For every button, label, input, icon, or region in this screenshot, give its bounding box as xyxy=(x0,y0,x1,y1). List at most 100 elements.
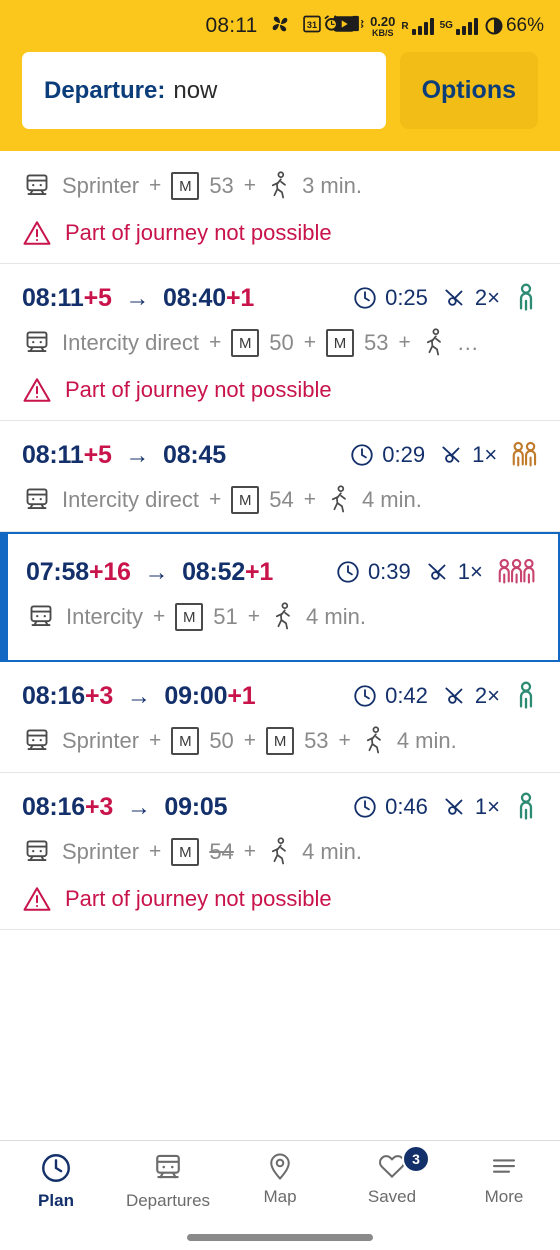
arrival-delay: +1 xyxy=(227,681,256,710)
leg-separator: + xyxy=(208,488,222,511)
duration-value: 0:46 xyxy=(385,794,428,819)
duration-group: 0:29 xyxy=(349,442,425,468)
metro-badge: M xyxy=(175,603,204,631)
journey-row[interactable]: Sprinter + M 53 + 3 min. Part of journey not… xyxy=(0,151,560,264)
leg-label: Sprinter xyxy=(62,728,140,753)
home-indicator xyxy=(187,1234,373,1241)
leg-label: 53 xyxy=(363,330,389,355)
battery-indicator: 66% xyxy=(484,15,544,37)
data-rate-indicator: 0.20 KB/S xyxy=(370,15,395,38)
crowding-icon xyxy=(519,283,533,311)
nav-label: More xyxy=(484,1187,524,1206)
journey-warning: Part of journey not possible xyxy=(22,376,538,404)
departure-delay: +5 xyxy=(83,440,112,469)
nav-item-saved[interactable]: Saved 3 xyxy=(336,1145,448,1207)
departure-time: 07:58 xyxy=(26,557,89,586)
nav-item-more[interactable]: More xyxy=(448,1151,560,1207)
leg-label: 4 min. xyxy=(396,728,457,753)
leg-label: 53 xyxy=(209,173,234,198)
departure-time: 08:16 xyxy=(22,792,85,821)
journey-legs: Sprinter + M 54 + 4 min. xyxy=(22,837,538,867)
leg-label: 51 xyxy=(213,604,238,629)
departure-time: 08:11 xyxy=(22,440,84,469)
warning-text: Part of journey not possible xyxy=(65,886,332,911)
journey-meta: 0:42 2× xyxy=(352,680,538,712)
leg-separator: + xyxy=(149,840,162,863)
arrival-time: 08:40 xyxy=(162,283,226,312)
journey-times: 08:16+3 → 09:05 xyxy=(22,792,228,822)
arrow-icon: → xyxy=(125,441,150,469)
transfers-value: 1× xyxy=(472,442,498,467)
transfers-group: 2× xyxy=(442,285,500,311)
leg-label: … xyxy=(456,330,479,355)
leg-separator: + xyxy=(243,840,257,863)
nav-item-plan[interactable]: Plan xyxy=(0,1151,112,1211)
roaming-label: R xyxy=(401,20,409,32)
journey-row[interactable]: 08:11+5 → 08:45 0:29 1× Intercity direct… xyxy=(0,421,560,532)
train-icon xyxy=(26,331,48,353)
nav-item-map[interactable]: Map xyxy=(224,1151,336,1207)
clock-icon xyxy=(354,685,376,707)
journey-times: 08:11+5 → 08:45 xyxy=(22,441,226,470)
leg-label: 4 min. xyxy=(302,839,362,864)
arrival-time: 08:52 xyxy=(182,557,246,586)
departure-delay: +3 xyxy=(84,792,114,821)
leg-separator: + xyxy=(247,605,261,628)
train-icon xyxy=(26,729,48,751)
duration-value: 0:39 xyxy=(367,559,411,584)
transfers-value: 1× xyxy=(457,559,483,584)
arrow-icon: → xyxy=(126,682,151,710)
journey-row[interactable]: 07:58+16 → 08:52+1 0:39 1× Intercity + M… xyxy=(0,532,560,662)
journey-summary: 08:11+5 → 08:40+1 0:25 2× xyxy=(22,282,538,314)
transfer-icon xyxy=(442,446,460,463)
transfer-icon xyxy=(445,289,463,306)
options-button[interactable]: Options xyxy=(399,52,538,129)
leg-label: Intercity xyxy=(66,604,144,629)
clock-icon xyxy=(354,287,376,309)
search-header: Departure: now Options xyxy=(0,52,560,151)
journey-row[interactable]: 08:11+5 → 08:40+1 0:25 2× Intercity dire… xyxy=(0,264,560,421)
journey-times: 07:58+16 → 08:52+1 xyxy=(26,558,273,587)
journey-row[interactable]: 08:16+3 → 09:00+1 0:42 2× Sprinter + M 50 + M… xyxy=(0,662,560,773)
saved-badge: 3 xyxy=(402,1145,430,1173)
walk-icon xyxy=(366,726,381,754)
leg-separator: + xyxy=(243,174,257,197)
walk-icon xyxy=(271,837,286,865)
leg-label: 4 min. xyxy=(306,604,366,629)
network-type-label: 5G xyxy=(439,19,453,31)
journey-row[interactable]: 08:16+3 → 09:05 0:46 1× Sprinter + M 54 + xyxy=(0,773,560,930)
leg-label: Intercity direct xyxy=(62,330,199,355)
walk-icon xyxy=(331,485,346,513)
alarm-icon xyxy=(322,14,341,38)
calendar-day: 31 xyxy=(306,19,316,29)
journey-times: 08:11+5 → 08:40+1 xyxy=(22,284,254,313)
crowding-icon xyxy=(498,558,535,584)
journey-meta: 0:25 2× xyxy=(352,282,538,314)
arrival-delay: +1 xyxy=(225,283,255,312)
journey-meta: 0:29 1× xyxy=(349,439,538,471)
leg-separator: + xyxy=(303,488,316,511)
nav-item-departures[interactable]: Departures xyxy=(112,1151,224,1211)
data-rate-unit: KB/S xyxy=(371,27,394,38)
menu-icon xyxy=(492,1159,516,1173)
metro-badge: M xyxy=(266,727,295,755)
crowding-icon xyxy=(519,681,533,709)
departure-time-field[interactable]: Departure: now xyxy=(22,52,386,129)
departure-delay: +16 xyxy=(88,557,131,586)
transfers-value: 2× xyxy=(474,683,500,708)
departure-delay: +5 xyxy=(83,283,112,312)
metro-badge: M xyxy=(231,329,260,357)
walk-icon xyxy=(275,602,290,630)
arrival-delay: +1 xyxy=(245,557,274,586)
journey-legs: Intercity direct + M 50 + M 53 + … xyxy=(22,328,538,358)
leg-label: 50 xyxy=(209,728,234,753)
map-pin-icon xyxy=(270,1153,290,1180)
transfers-value: 2× xyxy=(474,285,500,310)
vibrate-icon xyxy=(347,14,364,38)
clock-icon xyxy=(42,1154,70,1182)
journey-meta: 0:39 1× xyxy=(335,556,536,588)
leg-label: 54 xyxy=(269,487,294,512)
status-bar-right: 0.20 KB/S R 5G 66% xyxy=(322,14,544,38)
arrow-icon: → xyxy=(125,284,150,312)
leg-separator: + xyxy=(398,331,411,354)
